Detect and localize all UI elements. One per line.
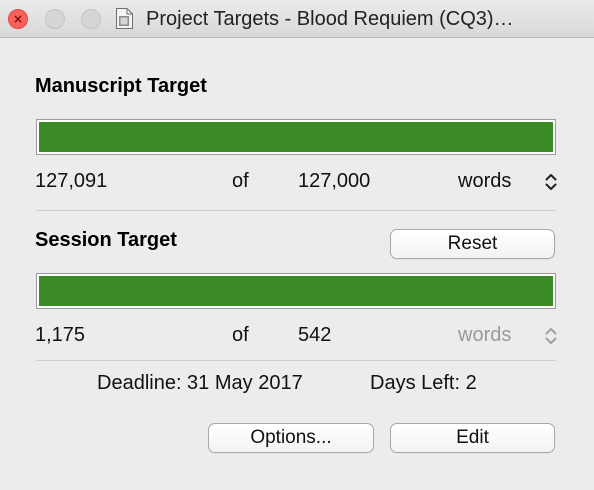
- manuscript-target-heading: Manuscript Target: [35, 75, 207, 97]
- session-unit-label: words: [458, 324, 512, 346]
- manuscript-progress-fill: [39, 122, 553, 152]
- window-title: Project Targets - Blood Requiem (CQ3)…: [146, 8, 514, 30]
- document-icon: [116, 8, 133, 29]
- session-target-heading: Session Target: [35, 229, 177, 251]
- manuscript-target-count: 127,000: [298, 170, 371, 192]
- edit-button[interactable]: Edit: [390, 423, 555, 453]
- reset-button[interactable]: Reset: [390, 229, 555, 259]
- session-unit-stepper[interactable]: [544, 325, 558, 347]
- session-of-label: of: [232, 324, 249, 346]
- section-divider: [36, 360, 556, 361]
- project-targets-window: × Project Targets - Blood Requiem (CQ3)……: [0, 0, 594, 490]
- options-button[interactable]: Options...: [208, 423, 374, 453]
- session-progress-bar: [36, 273, 556, 309]
- session-target-count: 542: [298, 324, 332, 346]
- minimize-window-button[interactable]: [45, 9, 65, 29]
- manuscript-of-label: of: [232, 170, 249, 192]
- manuscript-unit-label: words: [458, 170, 512, 192]
- manuscript-progress-bar: [36, 119, 556, 155]
- deadline-label: Deadline: 31 May 2017: [97, 372, 303, 394]
- manuscript-current-count: 127,091: [35, 170, 108, 192]
- session-current-count: 1,175: [35, 324, 86, 346]
- session-progress-fill: [39, 276, 553, 306]
- section-divider: [36, 210, 556, 211]
- close-window-button[interactable]: ×: [8, 9, 28, 29]
- manuscript-unit-stepper[interactable]: [544, 171, 558, 193]
- zoom-window-button[interactable]: [81, 9, 101, 29]
- days-left-label: Days Left: 2: [370, 372, 477, 394]
- close-icon: ×: [12, 12, 24, 26]
- title-bar[interactable]: × Project Targets - Blood Requiem (CQ3)…: [0, 0, 594, 38]
